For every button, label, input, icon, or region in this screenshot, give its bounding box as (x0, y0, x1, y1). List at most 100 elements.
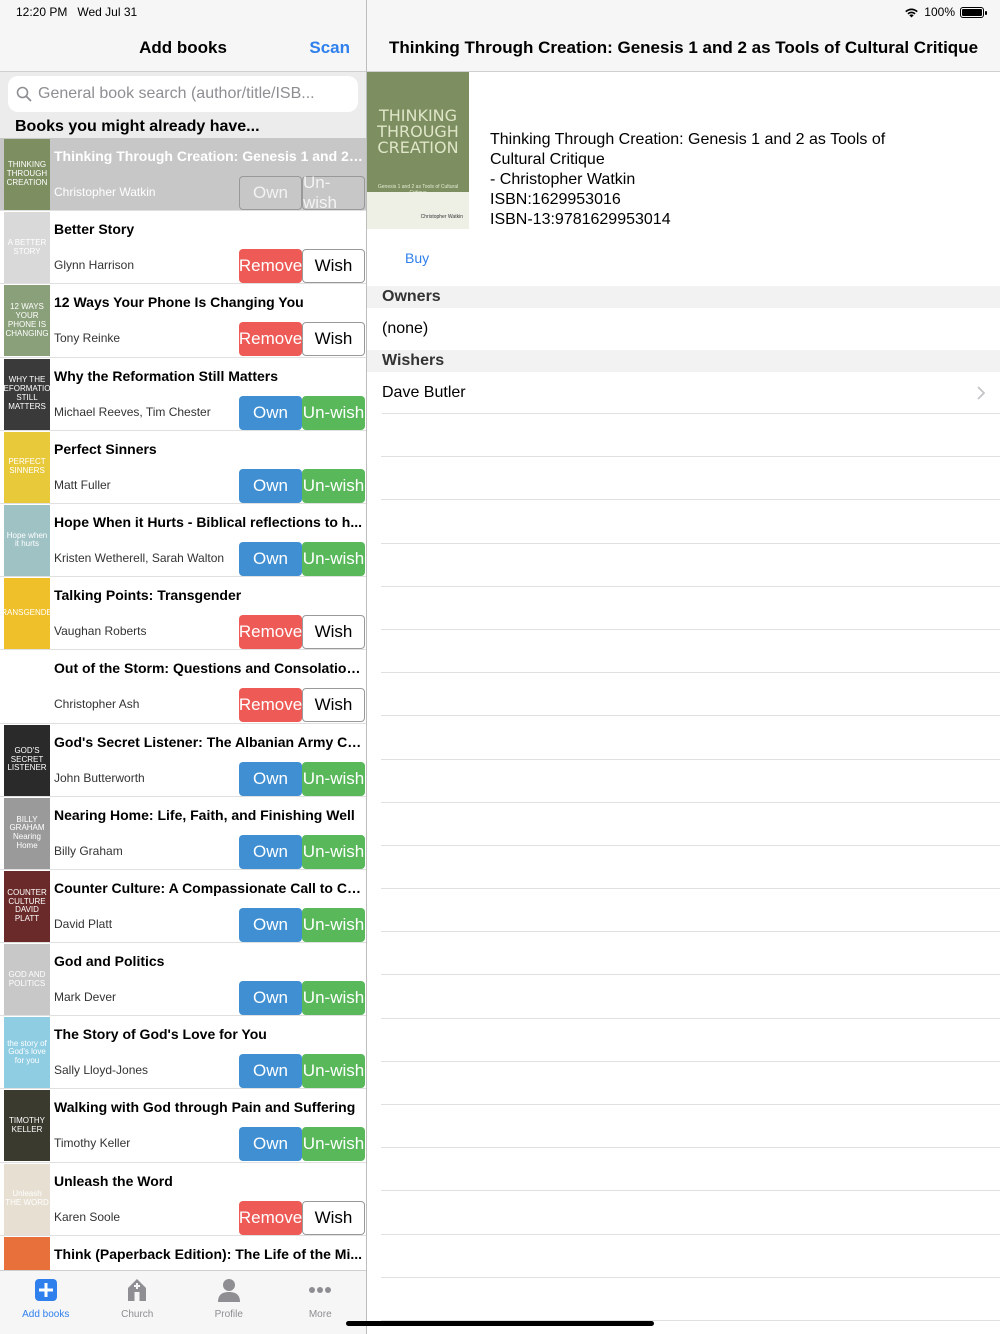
book-title: Walking with God through Pain and Suffer… (54, 1099, 356, 1116)
book-cover (4, 651, 50, 723)
own-button[interactable]: Own (239, 541, 302, 576)
book-author: Billy Graham (54, 843, 123, 858)
scan-button[interactable]: Scan (309, 38, 350, 58)
book-title: 12 Ways Your Phone Is Changing You (54, 294, 304, 311)
wish-button[interactable]: Wish (302, 249, 365, 284)
cover-author: Christopher Watkin (420, 214, 463, 220)
empty-row (381, 1105, 1000, 1149)
book-row[interactable]: COUNTER CULTURE DAVID PLATT Counter Cultu… (0, 869, 366, 944)
empty-row (381, 544, 1000, 587)
book-cover: WHY THE REFORMATION STILL MATTERS (4, 358, 50, 430)
home-indicator[interactable] (346, 1321, 654, 1326)
empty-row (381, 846, 1000, 890)
un-wish-button[interactable]: Un-wish (302, 1127, 365, 1162)
book-cover: TRANSGENDER (4, 578, 50, 650)
detail-pane: Thinking Through Creation: Genesis 1 and… (367, 0, 1000, 1334)
book-row[interactable]: 12 WAYS YOUR PHONE IS CHANGING 12 Ways Yo… (0, 284, 366, 358)
book-title: Think (Paperback Edition): The Life of t… (54, 1245, 363, 1262)
wish-button[interactable]: Wish (302, 688, 365, 723)
un-wish-button[interactable]: Un-wish (302, 541, 365, 576)
remove-button[interactable]: Remove (239, 322, 302, 357)
wish-button[interactable]: Wish (302, 615, 365, 650)
own-button[interactable]: Own (239, 981, 302, 1016)
search-input[interactable] (38, 85, 338, 103)
search-icon (16, 86, 32, 102)
book-row[interactable]: Out of the Storm: Questions and Consolat… (0, 650, 366, 724)
empty-row (381, 1062, 1000, 1105)
un-wish-button[interactable]: Un-wish (302, 834, 365, 869)
un-wish-button[interactable]: Un-wish (302, 1054, 365, 1089)
book-author: Matt Fuller (54, 477, 111, 492)
book-row[interactable]: Think (Paperback Edition): The Life of t… (0, 1235, 366, 1270)
section-header: Books you might already have... (0, 116, 366, 138)
book-author: Christopher Watkin (54, 185, 156, 199)
own-button[interactable]: Own (239, 468, 302, 503)
book-row[interactable]: WHY THE REFORMATION STILL MATTERSWhy the… (0, 357, 366, 431)
book-details: Thinking Through Creation: Genesis 1 and… (490, 130, 885, 230)
cover-title: THINKING THROUGH CREATION (377, 106, 459, 157)
book-author: Glynn Harrison (54, 258, 135, 273)
own-button[interactable]: Own (239, 395, 302, 430)
status-indicators: 100% (904, 5, 987, 19)
own-button[interactable]: Own (239, 1054, 302, 1089)
own-button[interactable]: Own (239, 761, 302, 796)
book-title: Nearing Home: Life, Faith, and Finishing… (54, 806, 355, 823)
book-row[interactable]: Hope when it hurts Hope When it Hurts - B… (0, 503, 366, 578)
un-wish-button[interactable]: Un-wish (302, 761, 365, 796)
plus-icon (34, 1279, 57, 1301)
tab-add-books[interactable]: Add books (0, 1271, 92, 1334)
un-wish-button[interactable]: Un-wish (302, 395, 365, 430)
more-icon (309, 1287, 332, 1293)
wish-button[interactable]: Wish (302, 1200, 365, 1235)
remove-button[interactable]: Remove (239, 688, 302, 723)
empty-row (381, 1278, 1000, 1321)
un-wish-button[interactable]: Un-wish (302, 981, 365, 1016)
empty-row (381, 803, 1000, 846)
book-row[interactable]: PERFECT SINNERS Perfect Sinners Matt Fulle… (0, 430, 366, 504)
un-wish-button[interactable]: Un-wish (302, 468, 365, 503)
book-author: John Butterworth (54, 770, 145, 785)
detail-nav-title: Thinking Through Creation: Genesis 1 and… (388, 38, 979, 57)
own-button[interactable]: Own (239, 834, 302, 869)
remove-button[interactable]: Remove (239, 615, 302, 650)
remove-button[interactable]: Remove (239, 1200, 302, 1235)
book-row[interactable]: GOD AND POLITICS God and Politics Mark Dev… (0, 943, 366, 1017)
own-button[interactable]: Own (239, 1127, 302, 1162)
remove-button[interactable]: Remove (239, 249, 302, 284)
person-icon (217, 1279, 240, 1302)
book-author: Kristen Wetherell, Sarah Walton (54, 550, 225, 565)
buy-button[interactable]: Buy (405, 250, 429, 266)
book-row[interactable]: TIMOTHY KELLER Walking with God through P… (0, 1089, 366, 1163)
book-title: Perfect Sinners (54, 440, 157, 457)
tab-bar: Add books Church Profile More (0, 1270, 366, 1334)
wish-button[interactable]: Wish (302, 322, 365, 357)
book-title: The Story of God's Love for You (54, 1026, 267, 1043)
book-row[interactable]: Unleash THE WORD Unleash the Word Karen So… (0, 1162, 366, 1236)
book-row[interactable]: BILLY GRAHAM Nearing Home Nearing Home: L… (0, 796, 366, 870)
book-cover: TIMOTHY KELLER (4, 1090, 50, 1162)
book-author: Karen Soole (54, 1209, 121, 1224)
tab-label: More (308, 1309, 332, 1320)
book-row[interactable]: A BETTER STORY Better Story Glynn Harrison… (0, 211, 366, 285)
book-cover: A BETTER STORY (4, 212, 50, 284)
book-row[interactable]: the story of God's love for you The Story… (0, 1016, 366, 1090)
search-box[interactable] (8, 76, 358, 112)
un-wish-button[interactable]: Un-wish (302, 173, 365, 212)
book-row[interactable]: TRANSGENDERTalking Points: Transgender Va… (0, 577, 366, 651)
wisher-row[interactable]: Dave Butler (382, 372, 1000, 414)
book-cover (4, 1236, 50, 1270)
book-author: David Platt (54, 916, 113, 931)
wishers-header: Wishers (367, 350, 1000, 372)
book-cover: Unleash THE WORD (4, 1163, 50, 1235)
tab-profile[interactable]: Profile (183, 1271, 275, 1334)
owners-header: Owners (367, 286, 1000, 308)
own-button[interactable]: Own (239, 907, 302, 942)
un-wish-button[interactable]: Un-wish (302, 907, 365, 942)
book-list[interactable]: THINKING THROUGH CREATION Thinking Throug… (0, 138, 366, 1270)
detail-title-line: Cultural Critique (490, 151, 605, 168)
own-button[interactable]: Own (239, 176, 302, 210)
tab-church[interactable]: Church (92, 1271, 184, 1334)
wifi-icon (905, 8, 919, 17)
book-row[interactable]: THINKING THROUGH CREATION Thinking Throug… (0, 138, 366, 212)
book-row[interactable]: GOD'S SECRET LISTENER God's Secret Listen… (0, 723, 366, 797)
